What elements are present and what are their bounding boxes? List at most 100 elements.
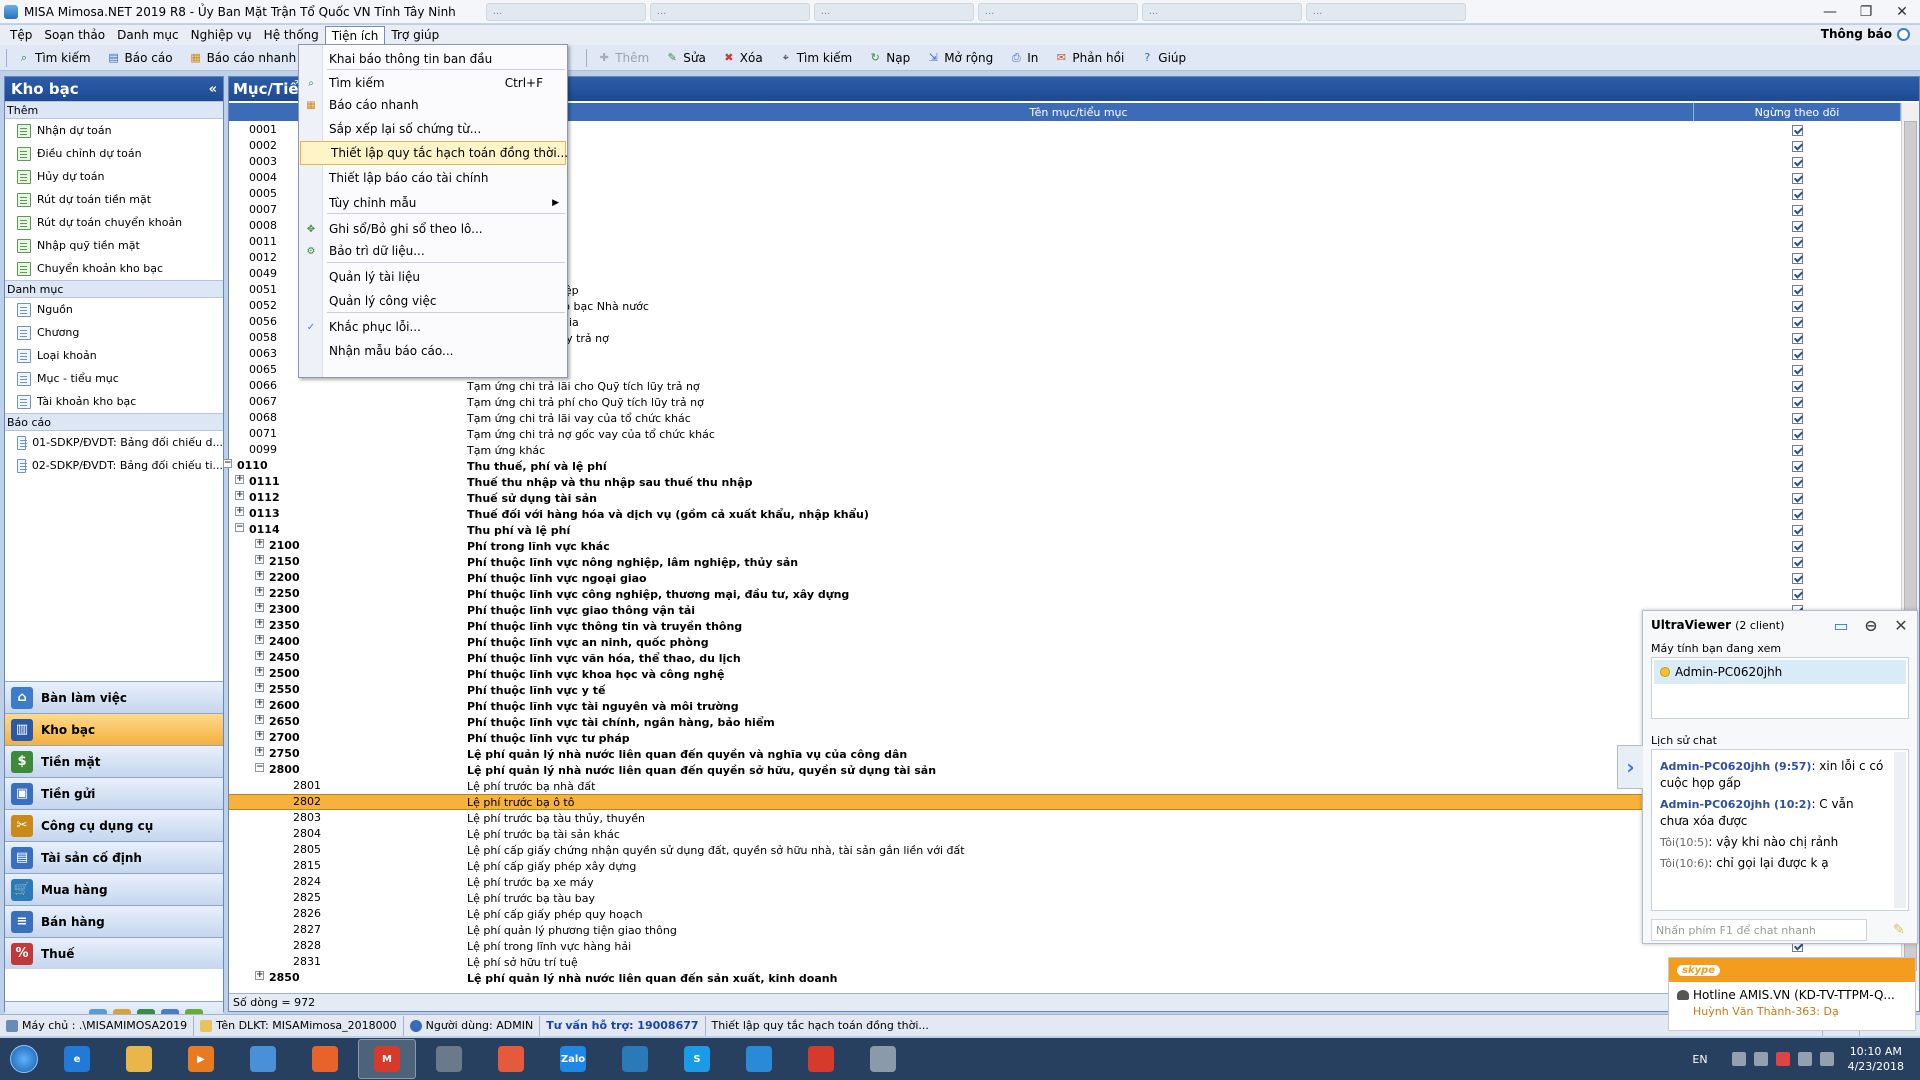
volume-icon[interactable] bbox=[1819, 1052, 1834, 1066]
taskbar-browser[interactable] bbox=[234, 1039, 292, 1079]
table-row[interactable]: +0112 Thuế sử dụng tài sản bbox=[229, 490, 1901, 506]
table-row[interactable]: 0067 Tạm ứng chi trả phí cho Quỹ tích lũy… bbox=[229, 394, 1901, 410]
checkbox[interactable] bbox=[1792, 316, 1803, 328]
checkbox[interactable] bbox=[1792, 188, 1803, 200]
table-row[interactable]: +0113 Thuế đối với hàng hóa và dịch vụ (g… bbox=[229, 506, 1901, 522]
taskbar-settings-app[interactable] bbox=[420, 1039, 478, 1079]
checkbox[interactable] bbox=[1792, 492, 1803, 504]
toolbar-print-button[interactable]: ⎙ In bbox=[1001, 51, 1046, 65]
tree-toggle-icon[interactable]: + bbox=[255, 603, 264, 612]
menu-4[interactable]: Hệ thống bbox=[258, 26, 325, 45]
menu-item[interactable]: Khai báo thông tin ban đầu bbox=[299, 47, 567, 71]
clock[interactable]: 10:10 AM 4/23/2018 bbox=[1848, 1044, 1904, 1074]
background-window-tab[interactable]: ... bbox=[649, 2, 810, 21]
left-panel-item[interactable]: Nhập quỹ tiền mặt bbox=[5, 234, 223, 257]
chevron-right-icon[interactable]: › bbox=[1617, 745, 1643, 789]
checkbox[interactable] bbox=[1792, 364, 1803, 376]
checkbox[interactable] bbox=[1792, 524, 1803, 536]
checkbox[interactable] bbox=[1792, 204, 1803, 216]
table-row[interactable]: +2200 Phí thuộc lĩnh vực ngoại giao bbox=[229, 570, 1901, 586]
menu-2[interactable]: Danh mục bbox=[111, 26, 185, 45]
wifi-icon[interactable] bbox=[1797, 1052, 1812, 1066]
toolbar-binoculars-button[interactable]: ⌖ Tìm kiếm bbox=[771, 51, 861, 65]
checkbox[interactable] bbox=[1792, 476, 1803, 488]
checkbox[interactable] bbox=[1792, 156, 1803, 168]
screen-icon[interactable]: ▭ bbox=[1831, 616, 1851, 635]
menu-item[interactable]: Quản lý tài liệu bbox=[299, 265, 567, 289]
toolbar-edit-button[interactable]: ✎ Sửa bbox=[657, 51, 714, 65]
toolbar-search-button[interactable]: ⌕ Tìm kiếm bbox=[9, 51, 99, 65]
menu-6[interactable]: Trợ giúp bbox=[385, 26, 445, 45]
left-panel-item[interactable]: 01-SDKP/ĐVDT: Bảng đối chiếu d... bbox=[5, 431, 223, 454]
minimize-icon[interactable]: — bbox=[1812, 0, 1848, 24]
background-window-tab[interactable]: ... bbox=[485, 2, 646, 21]
checkbox[interactable] bbox=[1792, 588, 1803, 600]
nav-7[interactable]: ≡ Bán hàng bbox=[5, 905, 223, 937]
toolbar-expand-button[interactable]: ⇲ Mở rộng bbox=[918, 51, 1001, 65]
checkbox[interactable] bbox=[1792, 140, 1803, 152]
left-panel-item[interactable]: Nguồn bbox=[5, 298, 223, 321]
checkbox[interactable] bbox=[1792, 348, 1803, 360]
toolbar-refresh-button[interactable]: ↻ Nạp bbox=[860, 51, 918, 65]
tree-toggle-icon[interactable]: + bbox=[255, 555, 264, 564]
left-panel-item[interactable]: Chương bbox=[5, 321, 223, 344]
table-row[interactable]: 2831 Lệ phí sở hữu trí tuệ bbox=[229, 954, 1901, 970]
checkbox[interactable] bbox=[1792, 172, 1803, 184]
menu-item[interactable]: Tùy chỉnh mẫu ▶ bbox=[299, 191, 567, 215]
nav-4[interactable]: ✂ Công cụ dụng cụ bbox=[5, 809, 223, 841]
toolbar-report-button[interactable]: ▤ Báo cáo bbox=[99, 51, 181, 65]
taskbar-skype[interactable]: S bbox=[668, 1039, 726, 1079]
left-panel-item[interactable]: Điều chỉnh dự toán bbox=[5, 142, 223, 165]
start-button[interactable] bbox=[0, 1038, 48, 1080]
checkbox[interactable] bbox=[1792, 332, 1803, 344]
table-row[interactable]: +2100 Phí trong lĩnh vực khác bbox=[229, 538, 1901, 554]
taskbar-media-player[interactable]: ▶ bbox=[172, 1039, 230, 1079]
checkbox[interactable] bbox=[1792, 252, 1803, 264]
network-icon[interactable] bbox=[1753, 1052, 1768, 1066]
table-row[interactable]: +2850 Lệ phí quản lý nhà nước liên quan đ… bbox=[229, 970, 1901, 986]
tree-toggle-icon[interactable]: + bbox=[255, 619, 264, 628]
tree-toggle-icon[interactable]: − bbox=[255, 763, 264, 772]
checkbox[interactable] bbox=[1792, 396, 1803, 408]
checkbox[interactable] bbox=[1792, 540, 1803, 552]
toolbar-feedback-button[interactable]: ✉ Phản hồi bbox=[1046, 51, 1132, 65]
checkbox[interactable] bbox=[1792, 284, 1803, 296]
menu-3[interactable]: Nghiệp vụ bbox=[185, 26, 258, 45]
tree-toggle-icon[interactable]: + bbox=[255, 571, 264, 580]
nav-0[interactable]: ⌂ Bàn làm việc bbox=[5, 681, 223, 713]
checkbox[interactable] bbox=[1792, 236, 1803, 248]
checkbox[interactable] bbox=[1792, 380, 1803, 392]
close-icon[interactable]: ✕ bbox=[1884, 0, 1920, 24]
tree-toggle-icon[interactable]: + bbox=[255, 747, 264, 756]
tree-toggle-icon[interactable]: + bbox=[255, 683, 264, 692]
menu-0[interactable]: Tệp bbox=[4, 26, 38, 45]
table-row[interactable]: −0114 Thu phí và lệ phí bbox=[229, 522, 1901, 538]
taskbar-app-round[interactable] bbox=[792, 1039, 850, 1079]
background-window-tab[interactable]: ... bbox=[813, 2, 974, 21]
column-header-inactive[interactable]: Ngừng theo dõi bbox=[1694, 103, 1901, 121]
menu-item[interactable]: Nhận mẫu báo cáo... bbox=[299, 339, 567, 363]
nav-6[interactable]: 🛒 Mua hàng bbox=[5, 873, 223, 905]
maximize-icon[interactable]: ❐ bbox=[1848, 0, 1884, 24]
table-row[interactable]: 0071 Tạm ứng chi trả nợ gốc vay của tổ ch… bbox=[229, 426, 1901, 442]
taskbar-zalo[interactable]: Zalo bbox=[544, 1039, 602, 1079]
background-window-tab[interactable]: ... bbox=[1305, 2, 1466, 21]
tree-toggle-icon[interactable]: + bbox=[235, 475, 244, 484]
column-header-name[interactable]: Tên mục/tiểu mục bbox=[464, 103, 1694, 121]
nav-3[interactable]: ▣ Tiền gửi bbox=[5, 777, 223, 809]
status-hotline[interactable]: Tư vấn hỗ trợ: 19008677 bbox=[540, 1015, 706, 1036]
tree-toggle-icon[interactable]: + bbox=[235, 491, 244, 500]
background-window-tab[interactable]: ... bbox=[977, 2, 1138, 21]
checkbox[interactable] bbox=[1792, 300, 1803, 312]
menu-item[interactable]: Quản lý công việc bbox=[299, 289, 567, 313]
checkbox[interactable] bbox=[1792, 556, 1803, 568]
taskbar-firefox[interactable] bbox=[296, 1039, 354, 1079]
checkbox[interactable] bbox=[1792, 124, 1803, 136]
minimize-icon[interactable]: ⊖ bbox=[1861, 616, 1881, 635]
viewer-item[interactable]: Admin-PC0620jhh bbox=[1654, 660, 1906, 684]
tree-toggle-icon[interactable]: + bbox=[255, 699, 264, 708]
checkbox[interactable] bbox=[1792, 508, 1803, 520]
taskbar-app-red[interactable] bbox=[482, 1039, 540, 1079]
table-row[interactable]: 0099 Tạm ứng khác bbox=[229, 442, 1901, 458]
notification-icon[interactable] bbox=[1897, 28, 1910, 41]
